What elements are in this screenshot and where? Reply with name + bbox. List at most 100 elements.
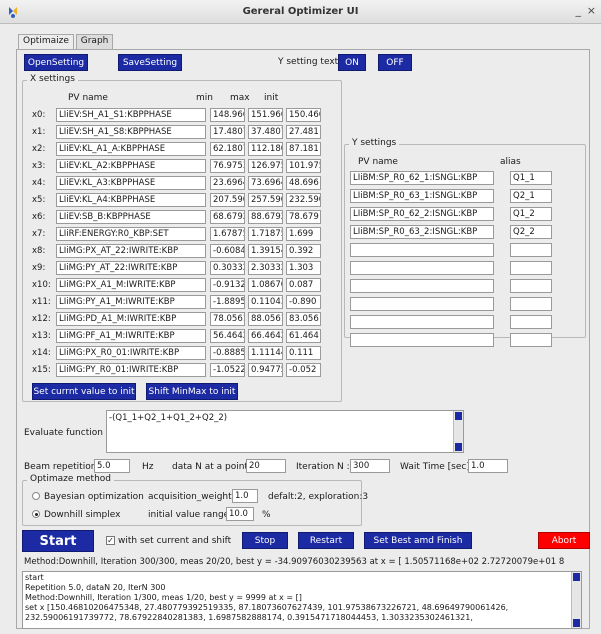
x-pv-name-input[interactable]: LIiMG:PX_R0_01:IWRITE:KBP (56, 346, 206, 360)
bayesian-radio[interactable] (32, 492, 40, 500)
x-init-input[interactable]: -0.052 (286, 363, 321, 377)
x-max-input[interactable]: 0.11043 (248, 295, 283, 309)
x-pv-name-input[interactable]: LIiEV:KL_A4:KBPPHASE (56, 193, 206, 207)
x-max-input[interactable]: 1.11144 (248, 346, 283, 360)
restart-button[interactable]: Restart (298, 532, 354, 549)
x-max-input[interactable]: 126.975 (248, 159, 283, 173)
x-init-input[interactable]: 0.392 (286, 244, 321, 258)
set-current-to-init-button[interactable]: Set currnt value to init (32, 383, 136, 400)
x-max-input[interactable]: 1.71875 (248, 227, 283, 241)
y-text-off-button[interactable]: OFF (378, 54, 412, 71)
y-pv-name-input[interactable]: LIiBM:SP_R0_63_2:ISNGL:KBP (350, 225, 494, 239)
scroll-down-icon[interactable] (455, 443, 462, 451)
y-alias-input[interactable]: Q2_1 (510, 189, 552, 203)
y-alias-input[interactable]: Q1_1 (510, 171, 552, 185)
evaluate-function-input[interactable]: -(Q1_1+Q2_1+Q1_2+Q2_2) (106, 410, 464, 453)
x-max-input[interactable]: 151.966 (248, 108, 283, 122)
tab-optimaize[interactable]: Optimaize (18, 34, 74, 50)
x-pv-name-input[interactable]: LIiMG:PY_A1_M:IWRITE:KBP (56, 295, 206, 309)
y-alias-input[interactable] (510, 315, 552, 329)
y-pv-name-input[interactable]: LIiBM:SP_R0_63_1:ISNGL:KBP (350, 189, 494, 203)
x-pv-name-input[interactable]: LIiEV:SB_B:KBPPHASE (56, 210, 206, 224)
y-pv-name-input[interactable]: LIiBM:SP_R0_62_2:ISNGL:KBP (350, 207, 494, 221)
x-min-input[interactable]: 148.966 (210, 108, 245, 122)
x-pv-name-input[interactable]: LIiEV:SH_A1_S1:KBPPHASE (56, 108, 206, 122)
y-alias-input[interactable] (510, 279, 552, 293)
x-init-input[interactable]: 0.111 (286, 346, 321, 360)
y-pv-name-input[interactable] (350, 315, 494, 329)
x-init-input[interactable]: 1.699 (286, 227, 321, 241)
x-init-input[interactable]: 87.181 (286, 142, 321, 156)
x-min-input[interactable]: 1.67875 (210, 227, 245, 241)
x-min-input[interactable]: -1.8895 (210, 295, 245, 309)
x-pv-name-input[interactable]: LIiMG:PX_A1_M:IWRITE:KBP (56, 278, 206, 292)
x-pv-name-input[interactable]: LIiMG:PY_AT_22:IWRITE:KBP (56, 261, 206, 275)
x-max-input[interactable]: 66.4642 (248, 329, 283, 343)
x-init-input[interactable]: 78.679 (286, 210, 321, 224)
close-button[interactable]: × (587, 4, 596, 17)
x-min-input[interactable]: 78.0561 (210, 312, 245, 326)
x-pv-name-input[interactable]: LIiEV:SH_A1_S8:KBPPHASE (56, 125, 206, 139)
x-max-input[interactable]: 73.6964 (248, 176, 283, 190)
x-min-input[interactable]: 17.4807 (210, 125, 245, 139)
x-max-input[interactable]: 1.39154 (248, 244, 283, 258)
y-text-on-button[interactable]: ON (338, 54, 366, 71)
x-max-input[interactable]: 1.08670 (248, 278, 283, 292)
y-pv-name-input[interactable] (350, 261, 494, 275)
x-pv-name-input[interactable]: LIiMG:PX_AT_22:IWRITE:KBP (56, 244, 206, 258)
x-pv-name-input[interactable]: LIiEV:KL_A1_A:KBPPHASE (56, 142, 206, 156)
x-min-input[interactable]: 62.1807 (210, 142, 245, 156)
x-max-input[interactable]: 88.0561 (248, 312, 283, 326)
start-button[interactable]: Start (22, 530, 94, 552)
x-min-input[interactable]: 207.590 (210, 193, 245, 207)
wait-time-input[interactable]: 1.0 (468, 459, 508, 473)
x-init-input[interactable]: 61.464 (286, 329, 321, 343)
data-n-input[interactable]: 20 (246, 459, 286, 473)
x-init-input[interactable]: 150.466 (286, 108, 321, 122)
initial-range-input[interactable]: 10.0 (226, 507, 254, 521)
x-min-input[interactable]: -1.0522 (210, 363, 245, 377)
x-init-input[interactable]: -0.890 (286, 295, 321, 309)
x-min-input[interactable]: 0.30332 (210, 261, 245, 275)
set-best-finish-button[interactable]: Set Best amd Finish (364, 532, 472, 549)
log-output[interactable]: start Repetition 5.0, dataN 20, IterN 30… (22, 571, 582, 629)
y-alias-input[interactable] (510, 333, 552, 347)
y-alias-input[interactable] (510, 261, 552, 275)
x-init-input[interactable]: 1.303 (286, 261, 321, 275)
log-scrollbar[interactable] (571, 572, 581, 628)
x-pv-name-input[interactable]: LIiRF:ENERGY:R0_KBP:SET (56, 227, 206, 241)
y-pv-name-input[interactable] (350, 297, 494, 311)
with-shift-checkbox[interactable]: ✓ (106, 536, 115, 545)
x-min-input[interactable]: -0.9132 (210, 278, 245, 292)
x-max-input[interactable]: 257.590 (248, 193, 283, 207)
scroll-up-icon[interactable] (573, 573, 580, 581)
stop-button[interactable]: Stop (242, 532, 288, 549)
scroll-up-icon[interactable] (455, 412, 462, 420)
x-min-input[interactable]: -0.6084 (210, 244, 245, 258)
x-init-input[interactable]: 83.056 (286, 312, 321, 326)
x-max-input[interactable]: 88.6792 (248, 210, 283, 224)
shift-minmax-to-init-button[interactable]: Shift MinMax to init (146, 383, 238, 400)
beam-repetition-input[interactable]: 5.0 (94, 459, 130, 473)
save-setting-button[interactable]: SaveSetting (118, 54, 182, 71)
y-pv-name-input[interactable] (350, 243, 494, 257)
x-pv-name-input[interactable]: LIiMG:PD_A1_M:IWRITE:KBP (56, 312, 206, 326)
minimize-button[interactable]: _ (576, 4, 582, 17)
y-alias-input[interactable]: Q1_2 (510, 207, 552, 221)
tab-graph[interactable]: Graph (75, 34, 114, 49)
x-init-input[interactable]: 0.087 (286, 278, 321, 292)
x-max-input[interactable]: 37.4807 (248, 125, 283, 139)
x-max-input[interactable]: 2.30332 (248, 261, 283, 275)
x-max-input[interactable]: 112.180 (248, 142, 283, 156)
open-setting-button[interactable]: OpenSetting (24, 54, 88, 71)
x-min-input[interactable]: 68.6792 (210, 210, 245, 224)
downhill-radio[interactable] (32, 510, 40, 518)
y-pv-name-input[interactable] (350, 333, 494, 347)
y-alias-input[interactable]: Q2_2 (510, 225, 552, 239)
x-max-input[interactable]: 0.94775 (248, 363, 283, 377)
abort-button[interactable]: Abort (538, 532, 590, 549)
x-init-input[interactable]: 48.696 (286, 176, 321, 190)
acquisition-weight-input[interactable]: 1.0 (232, 489, 258, 503)
x-init-input[interactable]: 101.975 (286, 159, 321, 173)
x-init-input[interactable]: 27.481 (286, 125, 321, 139)
